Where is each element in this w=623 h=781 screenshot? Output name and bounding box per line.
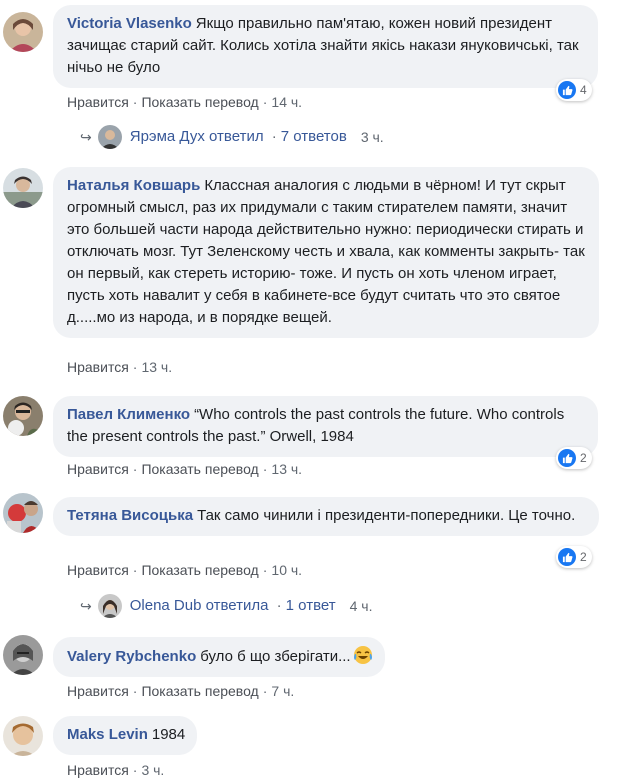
reply-avatar	[97, 125, 122, 149]
timestamp[interactable]: 3 ч.	[141, 762, 164, 778]
comment-text: Классная аналогия с людьми в чёрном! И т…	[67, 177, 585, 326]
comment-actions: Нравится · 3 ч.	[67, 762, 165, 778]
reply-author[interactable]: Ярэма Дух	[130, 126, 205, 148]
reaction-number: 2	[580, 451, 587, 465]
replies-link[interactable]: ↪ Ярэма Дух ответил · 7 ответов 3 ч.	[80, 125, 384, 149]
like-button[interactable]: Нравится	[67, 461, 129, 477]
comment-bubble: Тетяна Висоцька Так само чинили і президе…	[53, 497, 599, 536]
comment-text: було б що зберігати...	[200, 648, 351, 665]
reaction-count[interactable]: 2	[556, 546, 592, 568]
timestamp[interactable]: 13 ч.	[141, 359, 172, 375]
comment-bubble: Наталья Ковшарь Классная аналогия с людьм…	[53, 167, 599, 338]
avatar[interactable]	[3, 635, 43, 675]
crying-laughing-emoji-icon	[353, 645, 373, 665]
like-button[interactable]: Нравится	[67, 683, 129, 699]
avatar[interactable]	[3, 396, 43, 436]
translate-link[interactable]: Показать перевод	[141, 94, 258, 110]
timestamp[interactable]: 13 ч.	[271, 461, 302, 477]
comment-bubble: Valery Rybchenko було б що зберігати...	[53, 637, 385, 677]
timestamp[interactable]: 10 ч.	[271, 562, 302, 578]
timestamp[interactable]: 14 ч.	[271, 94, 302, 110]
comment-actions: Нравится · Показать перевод · 14 ч.	[67, 94, 303, 110]
like-icon	[558, 81, 576, 99]
comment-author[interactable]: Наталья Ковшарь	[67, 177, 200, 194]
like-icon	[558, 449, 576, 467]
comment-actions: Нравится · 13 ч.	[67, 359, 173, 375]
like-button[interactable]: Нравится	[67, 762, 129, 778]
comment-text: Так само чинили і президенти-попередники…	[197, 507, 576, 524]
comment-author[interactable]: Тетяна Висоцька	[67, 507, 193, 524]
comment-bubble: Павел Клименко “Who controls the past con…	[53, 396, 598, 457]
avatar[interactable]	[3, 716, 43, 756]
comment-actions: Нравится · Показать перевод · 10 ч.	[67, 562, 303, 578]
timestamp[interactable]: 7 ч.	[271, 683, 294, 699]
avatar[interactable]	[3, 12, 43, 52]
reply-arrow-icon: ↪	[80, 129, 92, 145]
reaction-number: 2	[580, 550, 587, 564]
reply-avatar	[97, 594, 122, 618]
comment-bubble: Maks Levin 1984	[53, 716, 198, 755]
like-button[interactable]: Нравится	[67, 94, 129, 110]
reply-count[interactable]: 7 ответов	[281, 126, 347, 148]
reply-author[interactable]: Olena Dub	[130, 595, 202, 617]
comment-author[interactable]: Maks Levin	[67, 726, 148, 743]
comment-text: 1984	[151, 726, 186, 743]
replies-link[interactable]: ↪ Olena Dub ответила · 1 ответ 4 ч.	[80, 594, 372, 618]
reaction-number: 4	[580, 83, 587, 97]
comment-actions: Нравится · Показать перевод · 13 ч.	[67, 461, 303, 477]
comment-author[interactable]: Valery Rybchenko	[67, 648, 196, 665]
reply-verb: ответил	[209, 128, 264, 145]
translate-link[interactable]: Показать перевод	[141, 683, 258, 699]
comment-bubble: Victoria Vlasenko Якщо правильно пам'ятаю…	[53, 5, 598, 88]
reply-time: 4 ч.	[349, 598, 373, 614]
reply-count[interactable]: 1 ответ	[286, 595, 336, 617]
reply-verb: ответила	[205, 597, 269, 614]
comment-author[interactable]: Павел Клименко	[67, 406, 190, 423]
translate-link[interactable]: Показать перевод	[141, 562, 258, 578]
translate-link[interactable]: Показать перевод	[141, 461, 258, 477]
reply-time: 3 ч.	[360, 129, 384, 145]
avatar[interactable]	[3, 493, 43, 533]
reaction-count[interactable]: 2	[556, 447, 592, 469]
reply-arrow-icon: ↪	[80, 598, 92, 614]
comment-author[interactable]: Victoria Vlasenko	[67, 15, 192, 32]
like-button[interactable]: Нравится	[67, 359, 129, 375]
avatar[interactable]	[3, 168, 43, 208]
reaction-count[interactable]: 4	[556, 79, 592, 101]
like-button[interactable]: Нравится	[67, 562, 129, 578]
like-icon	[558, 548, 576, 566]
comment-actions: Нравится · Показать перевод · 7 ч.	[67, 683, 295, 699]
